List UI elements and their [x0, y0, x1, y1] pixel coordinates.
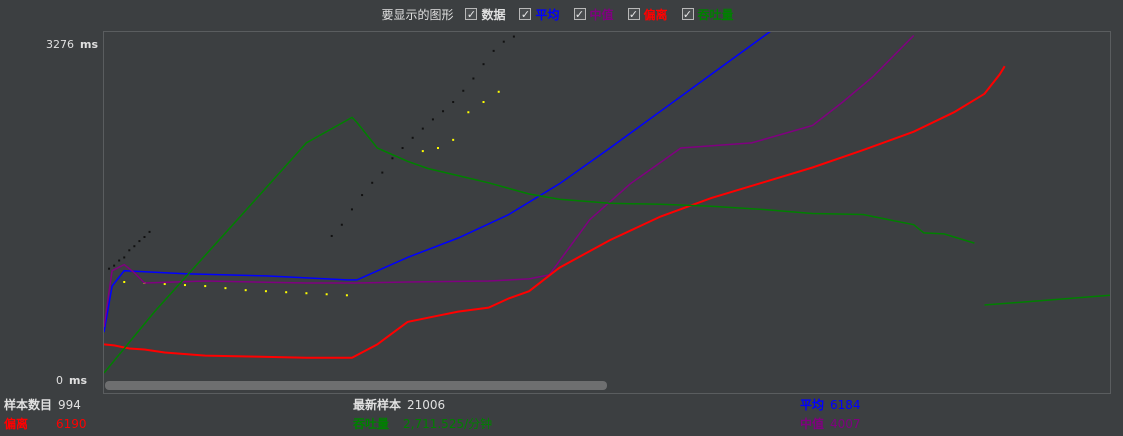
- data-point-0-22: [462, 89, 465, 92]
- stat-deviation-label: 偏离: [4, 417, 29, 431]
- data-point-0-13: [371, 181, 374, 184]
- data-point-0-9: [330, 234, 333, 237]
- data-point-0-25: [492, 49, 495, 52]
- data-point-1-15: [467, 111, 470, 114]
- data-point-0-3: [123, 256, 126, 259]
- data-point-0-5: [133, 245, 136, 248]
- legend-label-deviation: 偏离: [643, 7, 668, 22]
- legend-item-deviation[interactable]: ✓ 偏离: [627, 6, 668, 23]
- data-point-0-15: [391, 157, 394, 160]
- chart-svg: [104, 32, 1110, 374]
- data-point-0-0: [108, 267, 111, 270]
- data-point-1-8: [285, 291, 288, 294]
- y-max-unit: ms: [80, 38, 99, 51]
- stat-throughput-label: 吞吐量: [353, 417, 390, 431]
- series-line-1: [104, 34, 915, 328]
- data-point-1-4: [204, 285, 207, 288]
- horizontal-scrollbar[interactable]: [105, 381, 607, 390]
- data-point-0-4: [128, 249, 131, 252]
- checkbox-average[interactable]: ✓: [519, 8, 532, 21]
- legend-label-median: 中值: [589, 7, 614, 22]
- series-line-2: [104, 65, 1006, 359]
- data-point-1-13: [436, 147, 439, 150]
- stat-median-value: 4007: [830, 417, 861, 431]
- data-point-0-14: [381, 171, 384, 174]
- stat-deviation: 偏离 6190: [4, 415, 87, 432]
- data-point-1-7: [264, 290, 267, 293]
- data-point-1-3: [183, 284, 186, 287]
- data-point-0-18: [421, 127, 424, 130]
- data-point-0-23: [472, 77, 475, 80]
- stat-average: 平均 6184: [800, 396, 861, 413]
- data-point-1-12: [421, 150, 424, 153]
- y-min-unit: ms: [69, 374, 88, 387]
- data-point-0-26: [502, 40, 505, 43]
- data-point-0-12: [361, 194, 364, 197]
- data-point-0-10: [340, 223, 343, 226]
- data-point-1-17: [497, 90, 500, 93]
- legend-item-data[interactable]: ✓ 数据: [465, 6, 505, 23]
- data-point-0-11: [350, 208, 353, 211]
- checkbox-deviation[interactable]: ✓: [627, 8, 640, 21]
- checkbox-throughput[interactable]: ✓: [681, 8, 694, 21]
- y-min-value: 0: [56, 374, 63, 387]
- data-point-0-27: [512, 35, 515, 38]
- legend-label-average: 平均: [535, 7, 560, 22]
- y-axis-min: 0 ms: [56, 374, 87, 387]
- data-point-1-5: [224, 287, 227, 290]
- data-point-1-2: [163, 283, 166, 286]
- stat-sample-count-value: 994: [58, 398, 81, 412]
- stat-median: 中值 4007: [800, 415, 861, 432]
- stat-average-label: 平均: [800, 398, 825, 412]
- data-point-0-6: [138, 240, 141, 243]
- stat-median-label: 中值: [800, 417, 825, 431]
- stat-latest-sample-label: 最新样本: [353, 398, 402, 412]
- checkbox-median[interactable]: ✓: [573, 8, 586, 21]
- data-point-0-21: [452, 101, 455, 104]
- legend-label-data: 数据: [481, 7, 506, 22]
- legend-item-median[interactable]: ✓ 中值: [573, 6, 614, 23]
- y-axis-max: 3276 ms: [46, 38, 98, 51]
- data-point-0-19: [431, 118, 434, 121]
- data-point-0-1: [113, 264, 116, 267]
- data-point-0-24: [482, 63, 485, 66]
- stat-latest-sample-value: 21006: [407, 398, 446, 412]
- stat-average-value: 6184: [830, 398, 861, 412]
- data-point-1-16: [482, 101, 485, 104]
- data-point-0-20: [442, 110, 445, 113]
- data-point-1-14: [452, 138, 455, 141]
- stat-throughput: 吞吐量 2,711.525/分钟: [353, 415, 492, 432]
- data-point-0-8: [148, 230, 151, 233]
- legend-title: 要显示的图形: [381, 7, 454, 22]
- legend-label-throughput: 吞吐量: [697, 7, 734, 22]
- data-point-0-16: [401, 147, 404, 150]
- checkbox-data[interactable]: ✓: [465, 8, 478, 21]
- data-point-0-17: [411, 136, 414, 139]
- legend-item-average[interactable]: ✓ 平均: [519, 6, 560, 23]
- plot-area: [103, 31, 1111, 394]
- stat-deviation-value: 6190: [56, 417, 87, 431]
- data-point-1-11: [345, 294, 348, 297]
- data-point-0-2: [118, 259, 121, 262]
- series-line-4: [984, 294, 1110, 306]
- data-point-0-7: [143, 235, 146, 238]
- stat-latest-sample: 最新样本 21006: [353, 396, 445, 413]
- data-point-1-0: [123, 280, 126, 283]
- stat-sample-count-label: 样本数目: [4, 398, 53, 412]
- stat-sample-count: 样本数目 994: [4, 396, 81, 413]
- data-point-1-6: [244, 289, 247, 292]
- data-point-1-10: [325, 293, 328, 296]
- y-max-value: 3276: [46, 38, 74, 51]
- legend-bar: 要显示的图形 ✓ 数据 ✓ 平均 ✓ 中值 ✓ 偏离 ✓ 吞吐量: [0, 0, 1123, 28]
- stat-throughput-value: 2,711.525/分钟: [403, 417, 493, 431]
- legend-item-throughput[interactable]: ✓ 吞吐量: [681, 6, 734, 23]
- data-point-1-9: [305, 292, 308, 295]
